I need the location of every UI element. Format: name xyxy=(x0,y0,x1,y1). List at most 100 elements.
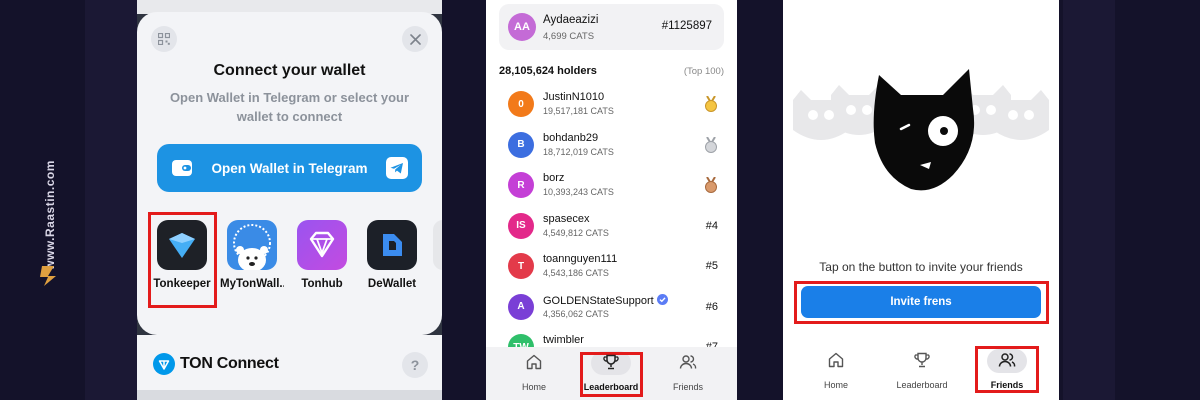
highlight-box-tonkeeper xyxy=(148,212,217,308)
username: twimbler xyxy=(543,334,584,346)
side-band-right xyxy=(1063,0,1115,400)
leaderboard-row[interactable]: Ttoannguyen111 4,543,186 CATS #5 xyxy=(508,249,718,285)
username: JustinN1010 xyxy=(543,91,604,103)
ton-connect-footer: TON Connect ? xyxy=(137,335,442,400)
wallet-name: Tonhub xyxy=(301,278,343,290)
avatar: 0 xyxy=(508,91,534,117)
avatar: B xyxy=(508,131,534,158)
raastin-logo-icon xyxy=(40,266,56,286)
rank: #4 xyxy=(705,219,718,232)
score: 4,549,812 CATS xyxy=(543,227,609,238)
leaderboard-row[interactable]: 0 JustinN1010 19,517,181 CATS xyxy=(508,87,718,123)
friends-icon xyxy=(679,355,697,369)
avatar: A xyxy=(508,293,534,320)
rank: #5 xyxy=(705,260,718,272)
connect-wallet-panel: Connect your wallet Open Wallet in Teleg… xyxy=(137,0,442,400)
avatar: R xyxy=(508,172,534,198)
qr-code-icon xyxy=(158,33,170,45)
close-icon xyxy=(409,33,421,45)
gold-medal-icon xyxy=(705,96,717,112)
tab-leaderboard-label: Leaderboard xyxy=(583,382,639,392)
leaderboard-row[interactable]: A GOLDENStateSupport 4,356,062 CATS #6 xyxy=(508,290,718,326)
trophy-icon xyxy=(914,352,930,368)
username: spasecex xyxy=(543,213,589,225)
friends-panel: Tap on the button to invite your friends… xyxy=(783,0,1059,400)
qr-code-button[interactable] xyxy=(151,26,177,52)
leaderboard-row[interactable]: Rborz 10,393,243 CATS xyxy=(508,168,718,204)
tab-leaderboard[interactable]: Leaderboard xyxy=(887,351,957,390)
friends-icon xyxy=(998,353,1016,367)
tab-home[interactable]: Home xyxy=(499,353,569,392)
modal-subtitle: Open Wallet in Telegram or select your w… xyxy=(169,90,410,124)
tab-home[interactable]: Home xyxy=(801,351,871,390)
wallet-mytonwallet[interactable]: MyTonWall... xyxy=(220,220,284,290)
score: 18,712,019 CATS xyxy=(543,146,614,157)
watermark-text: www.Raastin.com xyxy=(43,160,57,270)
bronze-medal-icon xyxy=(705,177,717,193)
my-score: 4,699 CATS xyxy=(543,31,595,42)
holders-count: 28,105,624 holders xyxy=(499,65,597,77)
open-wallet-in-telegram-button[interactable]: Open Wallet in Telegram xyxy=(157,144,422,192)
leaderboard-panel: AA Aydaeazizi 4,699 CATS #1125897 28,105… xyxy=(486,0,737,400)
username-text: toannguyen111 xyxy=(543,253,618,265)
wallet-name: DeWallet xyxy=(367,278,417,290)
home-icon xyxy=(828,352,844,368)
username: toannguyen111 xyxy=(543,253,617,265)
leaderboard-row[interactable]: IS spasecex 4,549,812 CATS #4 xyxy=(508,209,718,245)
username-text: GOLDENStateSupport xyxy=(543,294,654,307)
ton-connect-brand: TON Connect xyxy=(180,355,279,372)
username: bohdanb29 xyxy=(543,132,598,144)
tab-leaderboard-label: Leaderboard xyxy=(896,380,948,390)
my-rank: #1125897 xyxy=(661,20,712,32)
wallet-icon xyxy=(172,160,192,176)
cat-mascot-illustration xyxy=(793,69,1049,191)
username: borz xyxy=(543,172,564,184)
tab-home-label: Home xyxy=(823,380,848,390)
ton-logo-icon xyxy=(153,353,175,375)
modal-title: Connect your wallet xyxy=(213,62,366,79)
rank: #6 xyxy=(705,300,718,313)
tonhub-icon xyxy=(297,220,347,270)
tab-home-label: Home xyxy=(521,382,546,392)
bottom-strip xyxy=(137,390,442,400)
wallet-partial[interactable] xyxy=(433,220,442,270)
trophy-icon xyxy=(603,354,619,370)
username-text: twimbler xyxy=(543,334,584,346)
verified-badge-icon xyxy=(656,293,668,305)
wallet-tonhub[interactable]: Tonhub xyxy=(290,220,354,290)
watermark: www.Raastin.com xyxy=(0,0,100,400)
close-button[interactable] xyxy=(402,26,428,52)
username-text: borz xyxy=(543,172,565,184)
telegram-icon xyxy=(386,157,408,179)
open-wallet-in-telegram-label: Open Wallet in Telegram xyxy=(211,160,368,176)
avatar: IS xyxy=(508,212,534,239)
score: 4,356,062 CATS xyxy=(543,308,609,319)
tab-friends-label: Friends xyxy=(990,380,1024,390)
username-text: spasecex xyxy=(543,212,590,225)
my-username: Aydaeazizi xyxy=(543,14,599,26)
username-text: JustinN1010 xyxy=(543,91,605,103)
dewallet-icon xyxy=(367,220,417,270)
highlight-box-invite xyxy=(794,281,1049,324)
cat-head-icon xyxy=(873,69,975,191)
wallet-partial-icon xyxy=(433,220,442,270)
silver-medal-icon xyxy=(705,136,717,153)
avatar: T xyxy=(508,253,534,279)
mytonwallet-icon xyxy=(227,220,277,270)
avatar: AA xyxy=(508,13,536,41)
tab-friends[interactable]: Friends xyxy=(653,353,723,392)
tab-friends-label: Friends xyxy=(672,382,703,392)
score: 19,517,181 CATS xyxy=(543,106,614,116)
help-button[interactable]: ? xyxy=(402,352,428,378)
wallet-dewallet[interactable]: DeWallet xyxy=(360,220,424,290)
leaderboard-row[interactable]: Bbohdanb29 18,712,019 CATS xyxy=(508,128,718,164)
my-rank-card: AA Aydaeazizi 4,699 CATS #1125897 xyxy=(499,4,724,50)
home-icon xyxy=(526,354,542,370)
username-text: bohdanb29 xyxy=(543,131,599,144)
wallet-name: MyTonWall... xyxy=(220,278,284,290)
username: GOLDENStateSupport xyxy=(543,293,668,307)
invite-instructions: Tap on the button to invite your friends xyxy=(819,260,1023,274)
top-100-label: (Top 100) xyxy=(683,66,724,77)
score: 4,543,186 CATS xyxy=(543,268,609,278)
score: 10,393,243 CATS xyxy=(543,187,614,197)
